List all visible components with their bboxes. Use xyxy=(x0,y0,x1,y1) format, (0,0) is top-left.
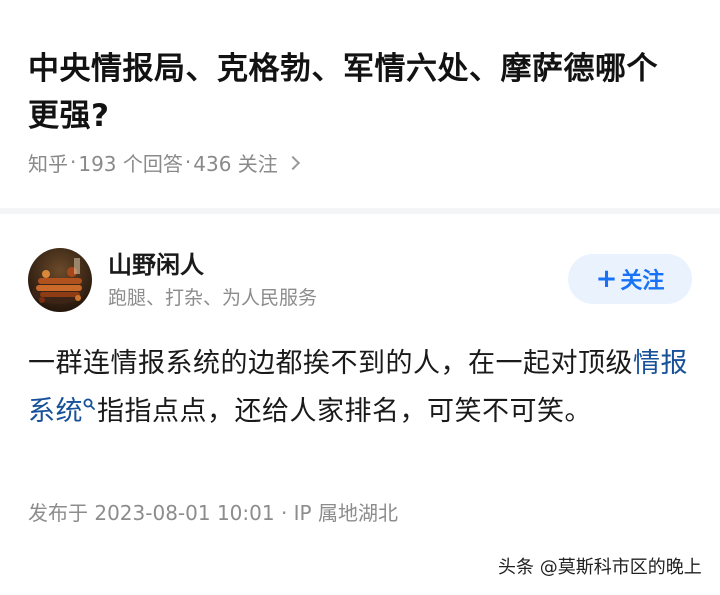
answer-content: 一群连情报系统的边都挨不到的人，在一起对顶级情报系统 指指点点，还给人家排名，可笑… xyxy=(28,340,698,436)
source-label: 知乎 xyxy=(28,151,68,176)
search-icon xyxy=(83,398,95,410)
answer-count: 193 个回答 xyxy=(78,151,183,176)
follow-button[interactable]: + 关注 xyxy=(568,254,692,304)
answer-text-before: 一群连情报系统的边都挨不到的人，在一起对顶级 xyxy=(28,348,633,379)
chevron-right-icon xyxy=(285,155,300,170)
question-title[interactable]: 中央情报局、克格勃、军情六处、摩萨德哪个更强? xyxy=(28,46,688,140)
meta-separator: · xyxy=(184,150,192,174)
plus-icon: + xyxy=(595,264,618,294)
avatar[interactable] xyxy=(28,248,92,312)
author-bio: 跑腿、打杂、为人民服务 xyxy=(108,287,318,309)
avatar-image xyxy=(28,248,92,312)
section-divider xyxy=(0,208,720,214)
follower-count: 436 关注 xyxy=(193,151,278,176)
publish-info: 发布于 2023-08-01 10:01 · IP 属地湖北 xyxy=(28,501,398,525)
follow-label: 关注 xyxy=(620,269,665,294)
author-name[interactable]: 山野闲人 xyxy=(108,248,204,282)
answer-text-after: 指指点点，还给人家排名，可笑不可笑。 xyxy=(97,396,592,427)
question-meta[interactable]: 知乎 · 193 个回答 · 436 关注 xyxy=(28,146,300,178)
watermark: 头条 @莫斯科市区的晚上 xyxy=(498,557,702,578)
meta-separator: · xyxy=(70,150,77,174)
